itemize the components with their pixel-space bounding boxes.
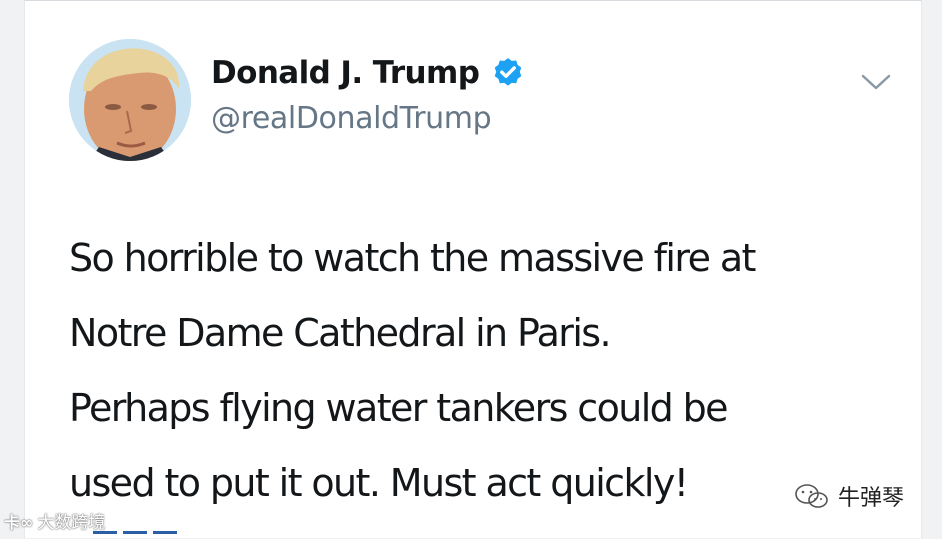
author-handle[interactable]: @realDonaldTrump	[211, 101, 492, 136]
author-avatar[interactable]	[69, 39, 191, 161]
author-display-name[interactable]: Donald J. Trump	[211, 55, 480, 91]
cropped-text-fragment	[123, 531, 147, 534]
watermark-right-text: 牛弹琴	[838, 486, 905, 511]
author-name-row: Donald J. Trump	[211, 55, 525, 91]
tweet-text-line: Notre Dame Cathedral in Paris.	[69, 311, 612, 355]
tweet-card: Donald J. Trump @realDonaldTrump So horr…	[24, 0, 922, 538]
watermark-left: 卡∞ 大数跨境	[4, 508, 106, 534]
avatar-photo-icon	[69, 39, 191, 161]
watermark-logo: 卡∞	[4, 512, 34, 532]
watermark-right: 牛弹琴	[792, 480, 904, 512]
cropped-text-fragment	[153, 531, 177, 534]
watermark-left-text: 大数跨境	[37, 513, 106, 533]
wechat-icon	[795, 484, 828, 508]
chevron-down-icon[interactable]	[859, 69, 893, 95]
verified-badge-icon	[495, 58, 522, 86]
tweet-text-line: So horrible to watch the massive fire at	[69, 236, 756, 280]
tweet-text: So horrible to watch the massive fire at…	[69, 221, 919, 521]
tweet-text-line: Perhaps flying water tankers could be	[69, 386, 729, 430]
